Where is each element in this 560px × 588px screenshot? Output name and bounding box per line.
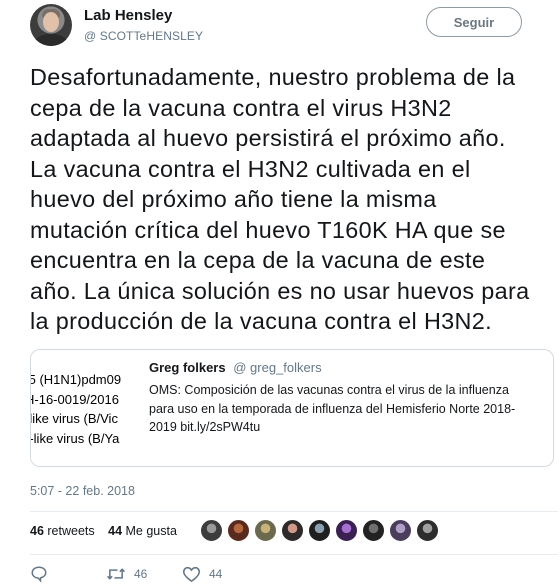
quoted-author-handle: @ greg_folkers	[233, 360, 322, 375]
liker-avatar[interactable]	[389, 519, 412, 542]
likers-avatars	[200, 519, 439, 545]
tweet-stats: 46 retweets 44 Me gusta	[30, 524, 177, 538]
liker-avatar[interactable]	[200, 519, 223, 542]
tweet-text-line: la producción de la vacuna contra el H3N…	[30, 308, 492, 334]
divider	[30, 511, 558, 512]
tweet-text-line: cepa de la vacuna contra el virus H3N2	[30, 94, 452, 121]
tweet-text-line: huevo del próximo año tiene la misma	[30, 186, 437, 212]
tweet-text-line: año. La única solución es no usar huevos…	[30, 277, 530, 304]
tweet-text-line: encuentra en la cepa de la vacuna de est…	[30, 247, 486, 273]
liker-avatar[interactable]	[416, 519, 439, 542]
likes-label: Me gusta	[125, 524, 177, 538]
author-avatar[interactable]	[30, 4, 72, 46]
like-count: 44	[209, 567, 223, 581]
reply-icon	[31, 566, 47, 583]
liker-avatar[interactable]	[281, 519, 304, 542]
retweet-icon	[106, 568, 126, 580]
quoted-tweet-text: OMS: Composición de las vacunas contra e…	[149, 381, 549, 437]
tweet-text: Desafortunadamente, nuestro problema de …	[30, 62, 558, 337]
liker-avatar[interactable]	[254, 519, 277, 542]
tweet-text-line: mutación crítica del huevo T160K HA que …	[30, 216, 506, 243]
thumbnail-text-line: H-16-0019/2016	[31, 391, 119, 407]
tweet-text-line: adaptada al huevo persistirá el próximo …	[30, 125, 506, 151]
liker-avatar[interactable]	[227, 519, 250, 542]
retweets-stat[interactable]: 46 retweets	[30, 524, 95, 538]
retweets-count: 46	[30, 524, 44, 538]
likes-count: 44	[108, 524, 123, 538]
liker-avatar[interactable]	[308, 519, 331, 542]
quoted-text-line: 2019 bit.ly/2sPW4tu	[149, 420, 261, 434]
liker-avatar[interactable]	[362, 519, 385, 542]
author-handle[interactable]: @ SCOTTeHENSLEY	[84, 29, 203, 43]
quoted-author-name: Greg folkers	[149, 360, 226, 375]
quoted-text-line: para uso en la temporada de influenza de…	[149, 401, 516, 416]
retweet-count: 46	[134, 567, 148, 581]
retweet-button[interactable]: 46	[106, 565, 147, 583]
thumbnail-text-line: }-like virus (B/Ya	[31, 430, 120, 446]
likes-stat[interactable]: 44 Me gusta	[108, 524, 177, 538]
quoted-tweet-card[interactable]: .5 (H1N1)pdm09 H-16-0019/2016 -like viru…	[30, 349, 554, 467]
follow-button[interactable]: Seguir	[426, 7, 522, 37]
quoted-author: Greg folkers @ greg_folkers	[149, 360, 322, 375]
quoted-tweet-thumbnail[interactable]: .5 (H1N1)pdm09 H-16-0019/2016 -like viru…	[31, 350, 141, 466]
tweet-actions: 46 44	[30, 565, 550, 585]
reply-button[interactable]	[30, 565, 48, 583]
liker-avatar[interactable]	[335, 519, 358, 542]
like-button[interactable]: 44	[182, 565, 222, 583]
author-name[interactable]: Lab Hensley	[84, 7, 172, 24]
thumbnail-text-line: -like virus (B/Vic	[31, 411, 118, 426]
tweet-text-line: Desafortunadamente, nuestro problema de …	[30, 64, 516, 90]
heart-icon	[183, 566, 200, 583]
divider	[30, 554, 558, 555]
retweets-label: retweets	[47, 524, 95, 538]
tweet-timestamp[interactable]: 5:07 - 22 feb. 2018	[30, 484, 135, 498]
thumbnail-text-line: .5 (H1N1)pdm09	[31, 372, 122, 387]
tweet-text-line: La vacuna contra el H3N2 cultivada en el	[30, 155, 471, 182]
quoted-text-line: OMS: Composición de las vacunas contra e…	[149, 383, 509, 397]
